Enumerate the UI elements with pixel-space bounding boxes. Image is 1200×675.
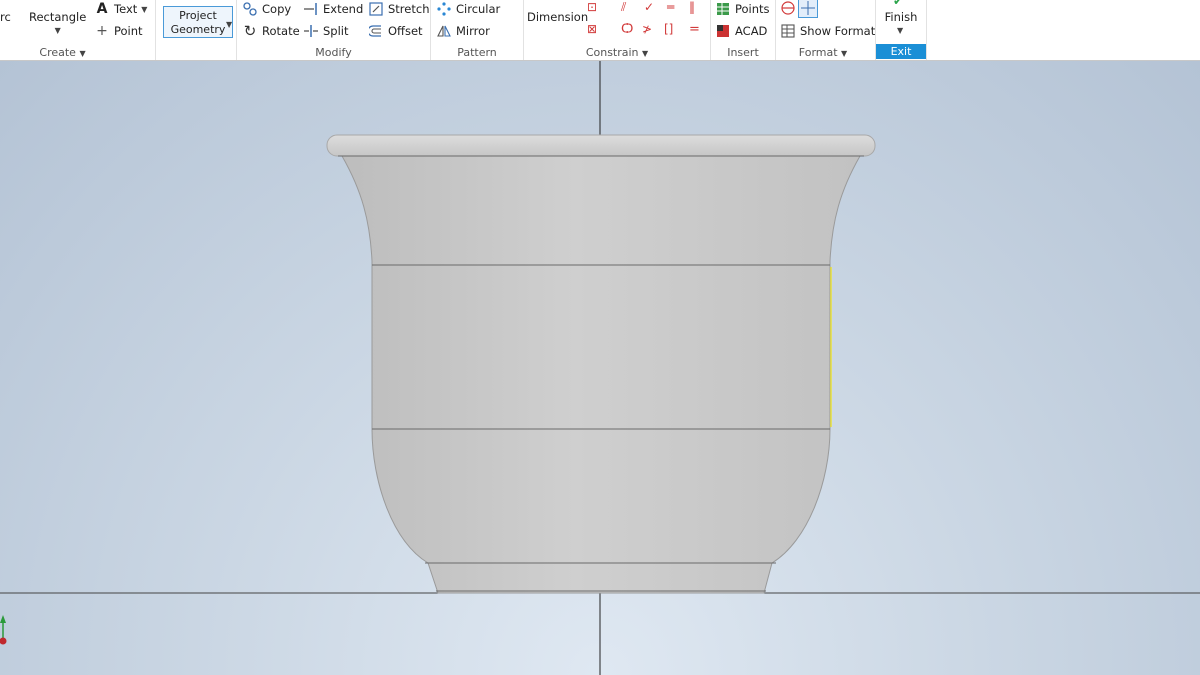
points-label: Points <box>735 2 770 16</box>
finish-label: Finish <box>884 10 918 24</box>
text-label: Text <box>114 2 138 16</box>
horizontal-constraint-icon[interactable]: ═ <box>667 0 674 14</box>
equal-constraint-icon[interactable]: = <box>689 22 700 37</box>
acad-label: ACAD <box>735 24 768 38</box>
constrain-panel-label[interactable]: Constrain ▼ <box>524 46 710 59</box>
points-button[interactable]: Points <box>715 1 770 17</box>
offset-label: Offset <box>388 24 423 38</box>
construction-icon[interactable] <box>780 0 796 19</box>
insert-panel-label: Insert <box>727 46 759 59</box>
split-button[interactable]: Split <box>303 23 349 39</box>
pattern-panel-label: Pattern <box>457 46 497 59</box>
sketch-canvas[interactable] <box>0 61 1200 675</box>
tangent-constraint-icon[interactable]: Ѻ <box>621 22 633 37</box>
format-panel: Show Format Format ▼ <box>776 0 875 60</box>
acad-button[interactable]: ACAD <box>715 23 767 39</box>
chevron-down-icon: ▼ <box>141 4 148 14</box>
arc-label: rc <box>0 10 11 24</box>
graphics-viewport[interactable] <box>0 61 1200 675</box>
offset-icon <box>368 23 384 39</box>
extend-icon <box>303 1 319 17</box>
circular-label: Circular <box>456 2 501 16</box>
rotate-button[interactable]: ↻ Rotate <box>242 22 300 40</box>
fix-constraint-icon[interactable]: ⊠ <box>587 22 597 36</box>
rotate-label: Rotate <box>262 24 300 38</box>
create-panel: rc Rectangle ▼ A Text ▼ + Point Create ▼ <box>0 0 150 60</box>
symmetric-constraint-icon[interactable]: [] <box>664 22 673 36</box>
exit-panel-label: Exit <box>876 44 926 59</box>
ribbon: rc Rectangle ▼ A Text ▼ + Point Create ▼… <box>0 0 1200 61</box>
chevron-down-icon[interactable]: ▼ <box>897 26 903 35</box>
point-button[interactable]: + Point <box>94 23 143 39</box>
create-panel-label[interactable]: Create ▼ <box>0 46 125 59</box>
stretch-label: Stretch <box>388 2 430 16</box>
arc-button[interactable]: rc <box>0 10 11 24</box>
mirror-icon <box>436 23 452 39</box>
extend-label: Extend <box>323 2 364 16</box>
text-button[interactable]: A Text ▼ <box>94 1 148 17</box>
stretch-icon <box>368 1 384 17</box>
chevron-down-icon: ▼ <box>79 49 86 58</box>
chevron-down-icon[interactable]: ▼ <box>226 20 232 29</box>
panel-title: Create <box>39 46 76 59</box>
divider <box>926 0 927 60</box>
point-label: Point <box>114 24 143 38</box>
split-icon <box>303 23 319 39</box>
circular-button[interactable]: Circular <box>436 1 500 17</box>
offset-button[interactable]: Offset <box>368 23 423 39</box>
perpendicular-constraint-icon[interactable]: ✓ <box>644 0 654 14</box>
chevron-down-icon: ▼ <box>54 26 61 35</box>
origin-triad-icon <box>0 615 7 645</box>
copy-button[interactable]: Copy <box>242 1 291 17</box>
pot-rim[interactable] <box>326 134 876 157</box>
collinear-constraint-icon[interactable]: ⫽ <box>621 0 626 15</box>
rotate-icon: ↻ <box>243 22 257 40</box>
acad-icon <box>715 23 731 39</box>
finish-icon[interactable]: ✔ <box>893 0 903 8</box>
rectangle-button[interactable]: Rectangle ▼ <box>29 10 86 35</box>
panel-title: Format <box>798 46 838 59</box>
modify-panel-label: Modify <box>315 46 352 59</box>
project-geometry-line2: Geometry <box>170 23 226 36</box>
centerline-icon[interactable] <box>798 0 818 18</box>
point-icon: + <box>96 23 108 39</box>
copy-icon <box>242 1 258 17</box>
mirror-label: Mirror <box>456 24 490 38</box>
coincident-constraint-icon[interactable]: ⊡ <box>587 0 597 14</box>
points-icon <box>715 1 731 17</box>
smooth-constraint-icon[interactable]: ≯ <box>642 22 652 36</box>
modify-panel: Copy ↻ Rotate Extend Split Stretch Offse… <box>237 0 430 60</box>
project-geometry-line1: Project <box>179 9 217 22</box>
format-panel-label[interactable]: Format ▼ <box>776 46 870 59</box>
dimension-label: Dimension <box>527 10 589 24</box>
finish-sketch-button[interactable]: Finish <box>876 10 926 24</box>
split-label: Split <box>323 24 349 38</box>
stretch-button[interactable]: Stretch <box>368 1 429 17</box>
chevron-down-icon: ▼ <box>642 49 649 58</box>
mirror-button[interactable]: Mirror <box>436 23 490 39</box>
text-icon: A <box>96 1 108 17</box>
extend-button[interactable]: Extend <box>303 1 363 17</box>
show-format-button[interactable]: Show Format <box>780 23 875 39</box>
show-format-label: Show Format <box>800 24 876 38</box>
insert-panel: Points ACAD Insert <box>711 0 775 60</box>
show-format-icon <box>780 23 796 39</box>
constrain-panel: Dimension ⊡ ⫽ ✓ ═ ‖ ⊠ Ѻ ≯ [] = Constrain… <box>524 0 710 60</box>
circular-pattern-icon <box>436 1 452 17</box>
rectangle-label: Rectangle <box>29 10 87 24</box>
copy-label: Copy <box>262 2 292 16</box>
vertical-constraint-icon[interactable]: ‖ <box>689 0 695 14</box>
chevron-down-icon: ▼ <box>841 49 848 58</box>
pot-body[interactable] <box>341 155 861 594</box>
divider <box>155 0 156 60</box>
pattern-panel: Circular Mirror Pattern <box>431 0 523 60</box>
dimension-button[interactable]: Dimension <box>527 10 588 24</box>
panel-title: Constrain <box>585 46 639 59</box>
project-geometry-button[interactable]: Project Geometry <box>163 6 233 38</box>
